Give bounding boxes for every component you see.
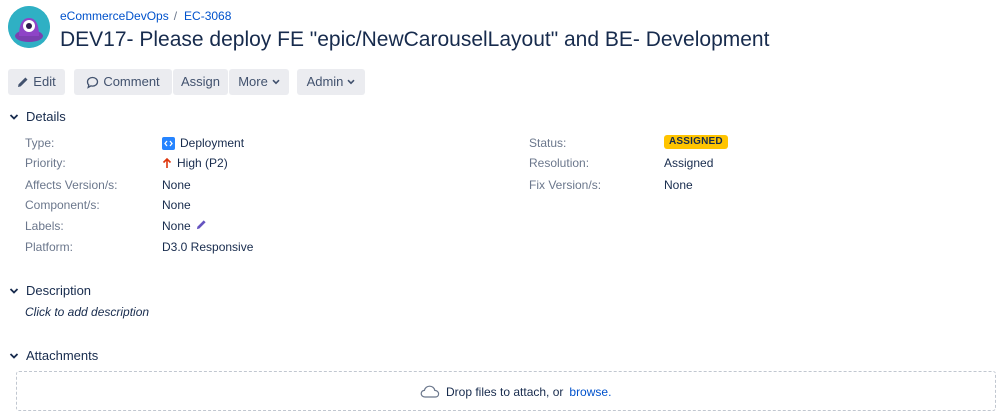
chevron-down-icon (347, 79, 355, 85)
labels-label: Labels: (25, 219, 64, 233)
platform-value: D3.0 Responsive (162, 240, 254, 254)
chevron-down-icon (9, 288, 19, 294)
breadcrumb-issue-key-link[interactable]: EC-3068 (184, 9, 231, 23)
resolution-label: Resolution: (529, 156, 590, 170)
affects-version-value: None (162, 178, 191, 192)
fix-version-value: None (664, 178, 693, 192)
pencil-icon[interactable] (196, 219, 207, 230)
assign-button-label: Assign (180, 74, 221, 89)
component-label: Component/s: (25, 198, 100, 212)
attachments-heading: Attachments (26, 348, 99, 363)
labels-value: None (162, 218, 207, 234)
type-value: Deployment (162, 135, 244, 151)
admin-dropdown-button[interactable]: Admin (297, 69, 365, 95)
chevron-down-icon (9, 114, 19, 120)
component-value: None (162, 198, 191, 212)
arrow-up-icon (162, 157, 172, 168)
priority-label: Priority: (25, 156, 66, 170)
description-placeholder[interactable]: Click to add description (25, 304, 149, 320)
status-label: Status: (529, 136, 567, 150)
description-section-toggle[interactable]: Description (8, 283, 91, 299)
project-avatar-icon (8, 6, 50, 48)
priority-value: High (P2) (162, 155, 228, 171)
drop-files-text: Drop files to attach, or (446, 385, 564, 399)
admin-button-label: Admin (306, 74, 344, 89)
affects-version-label: Affects Version/s: (25, 178, 118, 192)
assign-button[interactable]: Assign (173, 69, 228, 95)
resolution-value: Assigned (664, 156, 714, 170)
platform-label: Platform: (25, 240, 74, 254)
cloud-upload-icon (420, 385, 440, 398)
attachment-drop-text: Drop files to attach, or browse. (420, 384, 611, 400)
edit-button-label: Edit (33, 74, 56, 89)
project-avatar[interactable] (8, 6, 50, 48)
description-heading: Description (26, 283, 92, 298)
details-section-toggle[interactable]: Details (8, 109, 66, 125)
attachments-section-toggle[interactable]: Attachments (8, 348, 98, 364)
type-label: Type: (25, 136, 55, 150)
edit-button[interactable]: Edit (8, 69, 65, 95)
more-dropdown-button[interactable]: More (229, 69, 289, 95)
fix-version-label: Fix Version/s: (529, 178, 602, 192)
browse-link[interactable]: browse. (569, 384, 611, 400)
type-value-text: Deployment (180, 136, 245, 150)
page-title: DEV17- Please deploy FE "epic/NewCarouse… (60, 28, 770, 51)
chevron-down-icon (9, 353, 19, 359)
comment-button-label: Comment (103, 74, 160, 89)
status-badge: ASSIGNED (664, 135, 728, 149)
pencil-icon (18, 77, 28, 87)
details-heading: Details (26, 109, 66, 124)
more-button-label: More (238, 74, 268, 89)
labels-value-text: None (162, 219, 191, 233)
breadcrumb: eCommerceDevOps / EC-3068 (60, 9, 231, 23)
comment-button[interactable]: Comment (74, 69, 172, 95)
deployment-icon (162, 136, 175, 150)
comment-icon (87, 76, 99, 89)
breadcrumb-separator: / (173, 9, 178, 23)
chevron-down-icon (272, 79, 280, 85)
priority-value-text: High (P2) (177, 156, 228, 170)
breadcrumb-project-link[interactable]: eCommerceDevOps (60, 9, 169, 23)
